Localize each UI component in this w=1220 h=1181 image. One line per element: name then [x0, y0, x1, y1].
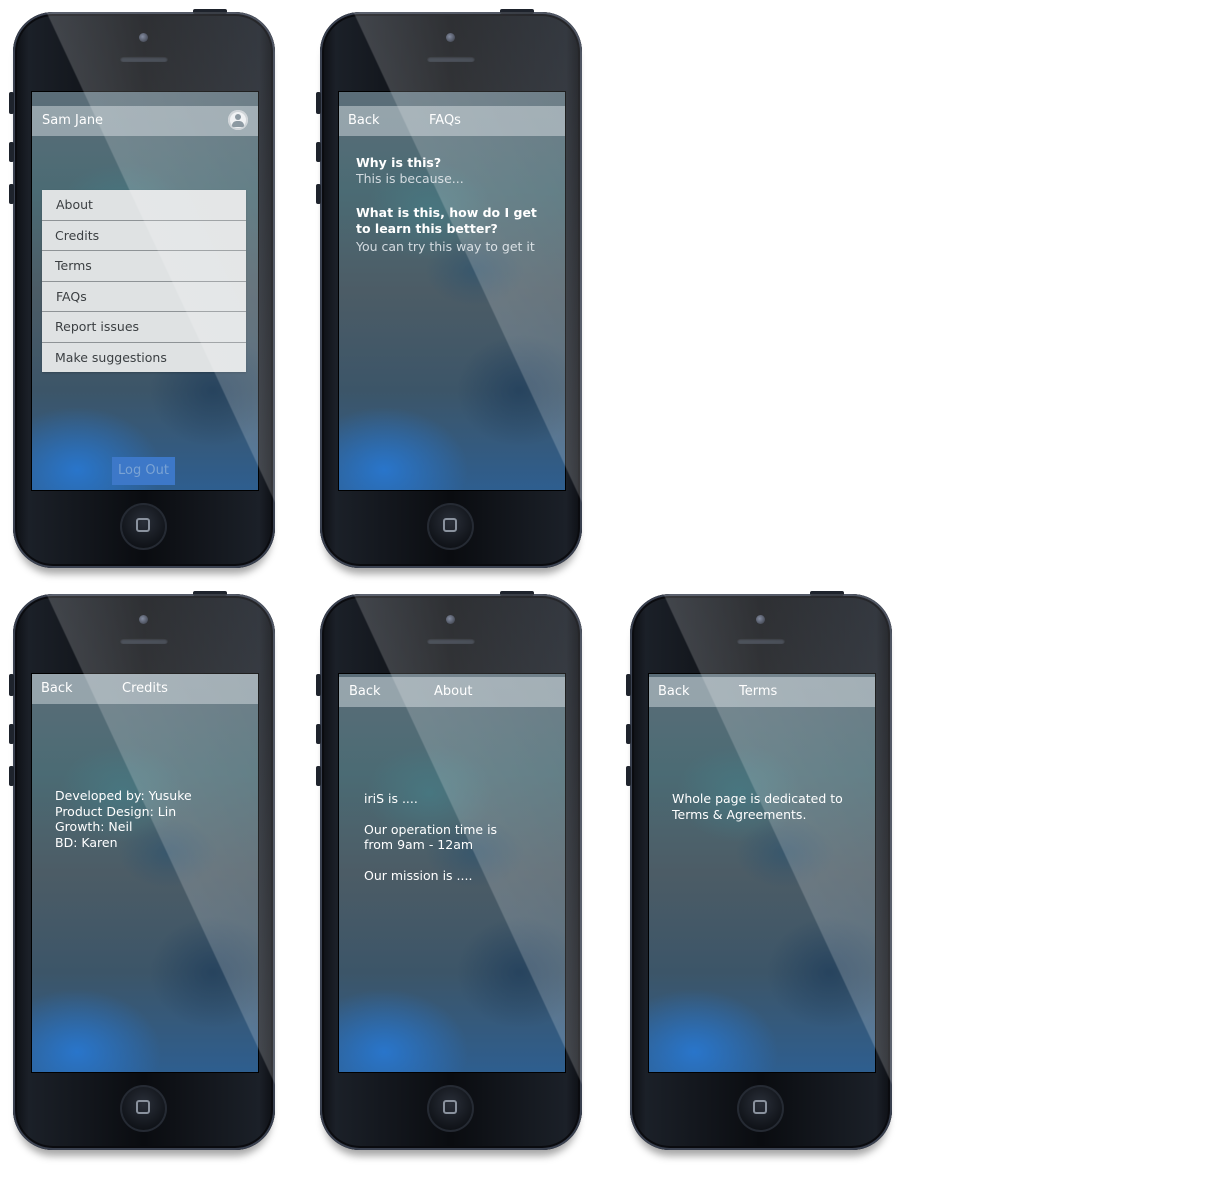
home-button[interactable]	[427, 503, 474, 550]
about-intro: iriS is ....	[364, 791, 418, 806]
volume-down-button	[9, 184, 14, 204]
power-button	[810, 591, 844, 596]
home-square-icon	[443, 1100, 457, 1114]
faq-question: Why is this?	[356, 155, 442, 170]
user-name: Sam Jane	[42, 113, 104, 128]
volume-down-button	[316, 184, 321, 204]
phone-about: Back About iriS is .... Our operation ti…	[316, 591, 582, 1150]
menu-item-terms[interactable]: Terms	[42, 251, 246, 282]
phone-terms: Back Terms Whole page is dedicated to Te…	[626, 591, 892, 1150]
nav-bar: Back Credits	[32, 674, 258, 704]
mute-switch	[316, 92, 321, 114]
screen: Back Credits Developed by: Yusuke Produc…	[31, 673, 259, 1073]
phone-credits: Back Credits Developed by: Yusuke Produc…	[9, 591, 275, 1150]
camera-icon	[446, 33, 455, 42]
power-button	[193, 9, 227, 14]
power-button	[500, 9, 534, 14]
page-title: Credits	[122, 681, 168, 696]
volume-down-button	[9, 766, 14, 786]
mute-switch	[316, 674, 321, 696]
credit-line: BD: Karen	[55, 834, 118, 850]
page-title: FAQs	[429, 113, 461, 128]
volume-down-button	[626, 766, 631, 786]
screen: Back About iriS is .... Our operation ti…	[338, 673, 566, 1073]
mute-switch	[9, 674, 14, 696]
mute-switch	[9, 92, 14, 114]
menu-item-report-issues[interactable]: Report issues	[42, 312, 246, 343]
speaker-grille	[427, 638, 475, 644]
back-button[interactable]: Back	[658, 684, 690, 699]
home-button[interactable]	[120, 503, 167, 550]
power-button	[500, 591, 534, 596]
back-button[interactable]: Back	[348, 113, 380, 128]
mute-switch	[626, 674, 631, 696]
phone-faqs: Back FAQs Why is this? This is because..…	[316, 9, 582, 568]
home-square-icon	[753, 1100, 767, 1114]
about-content: iriS is .... Our operation time is from …	[364, 791, 514, 883]
home-button[interactable]	[737, 1085, 784, 1132]
menu-item-about[interactable]: About	[42, 190, 246, 221]
speaker-grille	[737, 638, 785, 644]
about-hours: Our operation time is from 9am - 12am	[364, 821, 498, 853]
home-square-icon	[136, 518, 150, 532]
credit-line: Growth: Neil	[55, 819, 133, 834]
credits-list: Developed by: Yusuke Product Design: Lin…	[55, 788, 235, 850]
nav-bar: Back About	[339, 677, 565, 707]
logout-button[interactable]: Log Out	[112, 457, 175, 485]
page-title: Terms	[739, 684, 778, 699]
volume-up-button	[9, 142, 14, 162]
nav-bar: Back FAQs	[339, 106, 565, 136]
page-title: About	[434, 684, 473, 699]
back-button[interactable]: Back	[349, 684, 381, 699]
camera-icon	[139, 33, 148, 42]
faq-list: Why is this? This is because... What is …	[356, 155, 541, 255]
avatar-icon[interactable]	[228, 110, 248, 130]
volume-up-button	[9, 724, 14, 744]
terms-text: Whole page is dedicated to Terms & Agree…	[672, 791, 843, 822]
faq-question: What is this, how do I get to learn this…	[356, 205, 537, 236]
screen: Back Terms Whole page is dedicated to Te…	[648, 673, 876, 1073]
power-button	[193, 591, 227, 596]
home-button[interactable]	[120, 1085, 167, 1132]
home-button[interactable]	[427, 1085, 474, 1132]
speaker-grille	[120, 56, 168, 62]
speaker-grille	[120, 638, 168, 644]
profile-bar: Sam Jane	[32, 106, 258, 136]
credit-line: Product Design: Lin	[55, 803, 177, 819]
home-square-icon	[443, 518, 457, 532]
phone-settings: Sam Jane About Credits Terms FAQs Report…	[9, 9, 275, 568]
about-mission: Our mission is ....	[364, 867, 473, 883]
back-button[interactable]: Back	[41, 681, 73, 696]
volume-up-button	[316, 142, 321, 162]
volume-down-button	[316, 766, 321, 786]
screen: Back FAQs Why is this? This is because..…	[338, 91, 566, 491]
camera-icon	[756, 615, 765, 624]
faq-answer: This is because...	[356, 170, 464, 186]
nav-bar: Back Terms	[649, 677, 875, 707]
faq-answer: You can try this way to get it	[356, 239, 535, 254]
menu-item-credits[interactable]: Credits	[42, 221, 246, 251]
speaker-grille	[427, 56, 475, 62]
settings-menu: About Credits Terms FAQs Report issues M…	[42, 190, 246, 372]
home-square-icon	[136, 1100, 150, 1114]
camera-icon	[139, 615, 148, 624]
volume-up-button	[626, 724, 631, 744]
menu-item-faqs[interactable]: FAQs	[42, 282, 246, 312]
credit-line: Developed by: Yusuke	[55, 788, 192, 803]
screen: Sam Jane About Credits Terms FAQs Report…	[31, 91, 259, 491]
camera-icon	[446, 615, 455, 624]
volume-up-button	[316, 724, 321, 744]
menu-item-make-suggestions[interactable]: Make suggestions	[42, 343, 246, 373]
